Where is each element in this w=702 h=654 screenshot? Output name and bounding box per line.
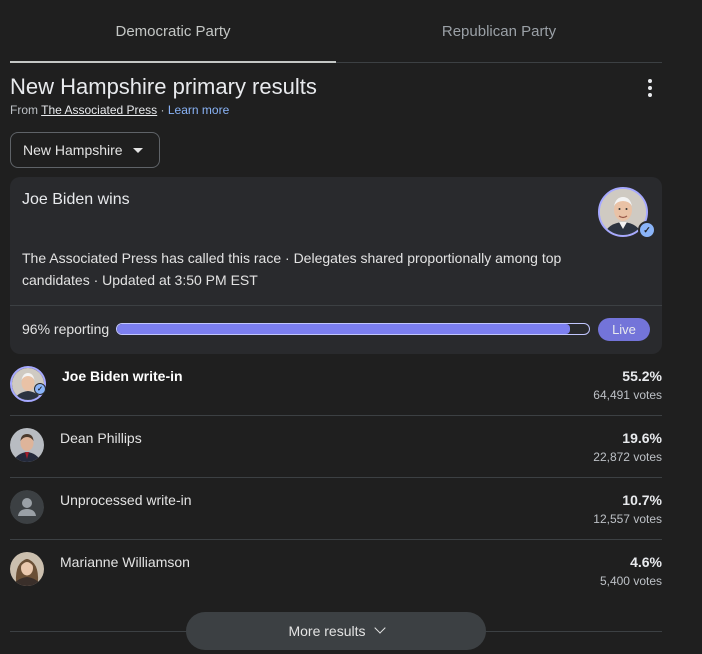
candidate-row[interactable]: Unprocessed write-in 10.7% 12,557 votes: [10, 478, 662, 540]
phillips-avatar: [10, 428, 44, 462]
person-placeholder-icon: [10, 490, 44, 524]
tab-democratic-party[interactable]: Democratic Party: [10, 0, 336, 63]
learn-more-link[interactable]: Learn more: [168, 103, 229, 117]
race-description: The Associated Press has called this rac…: [22, 250, 562, 288]
candidate-votes: 22,872 votes: [593, 450, 662, 464]
more-vert-icon[interactable]: [640, 78, 660, 98]
associated-press-link[interactable]: The Associated Press: [41, 103, 157, 117]
candidate-votes: 5,400 votes: [599, 574, 662, 588]
more-results-label: More results: [288, 623, 366, 639]
source-line: From The Associated Press · Learn more: [10, 103, 229, 117]
tab-republican-party[interactable]: Republican Party: [336, 0, 662, 62]
source-prefix: From: [10, 103, 38, 117]
party-tabs: Democratic Party Republican Party: [10, 0, 662, 63]
candidate-percent: 10.7%: [622, 492, 662, 508]
candidate-row[interactable]: Marianne Williamson 4.6% 5,400 votes: [10, 540, 662, 602]
reporting-progress-fill: [117, 324, 571, 334]
winner-headline: Joe Biden wins: [22, 191, 130, 208]
candidate-percent: 55.2%: [622, 368, 662, 384]
williamson-avatar: [10, 552, 44, 586]
race-summary-card: Joe Biden wins ✓ The Associated Press ha…: [10, 177, 662, 354]
reporting-label: 96% reporting: [22, 321, 110, 337]
candidate-name: Joe Biden write-in: [62, 368, 183, 384]
reporting-progress-bar: [116, 323, 590, 335]
source-separator: ·: [160, 103, 165, 117]
candidate-row[interactable]: Dean Phillips 19.6% 22,872 votes: [10, 416, 662, 478]
state-dropdown-value: New Hampshire: [23, 142, 123, 158]
page-title: New Hampshire primary results: [10, 74, 317, 99]
candidate-percent: 19.6%: [622, 430, 662, 446]
verified-check-icon: ✓: [638, 221, 656, 239]
candidate-row[interactable]: ✓ Joe Biden write-in 55.2% 64,491 votes: [10, 354, 662, 416]
candidate-name: Unprocessed write-in: [60, 492, 192, 508]
card-divider: [10, 305, 662, 306]
candidate-votes: 12,557 votes: [593, 512, 662, 526]
candidate-percent: 4.6%: [630, 554, 662, 570]
candidate-name: Marianne Williamson: [60, 554, 190, 570]
state-dropdown[interactable]: New Hampshire: [10, 132, 160, 168]
live-badge[interactable]: Live: [598, 318, 650, 341]
more-results-button[interactable]: More results: [186, 612, 486, 650]
candidate-name: Dean Phillips: [60, 430, 142, 446]
candidate-votes: 64,491 votes: [593, 388, 662, 402]
expand-more-icon: [373, 622, 386, 634]
verified-check-icon: ✓: [34, 383, 46, 395]
arrow-drop-down-icon: [133, 148, 143, 153]
